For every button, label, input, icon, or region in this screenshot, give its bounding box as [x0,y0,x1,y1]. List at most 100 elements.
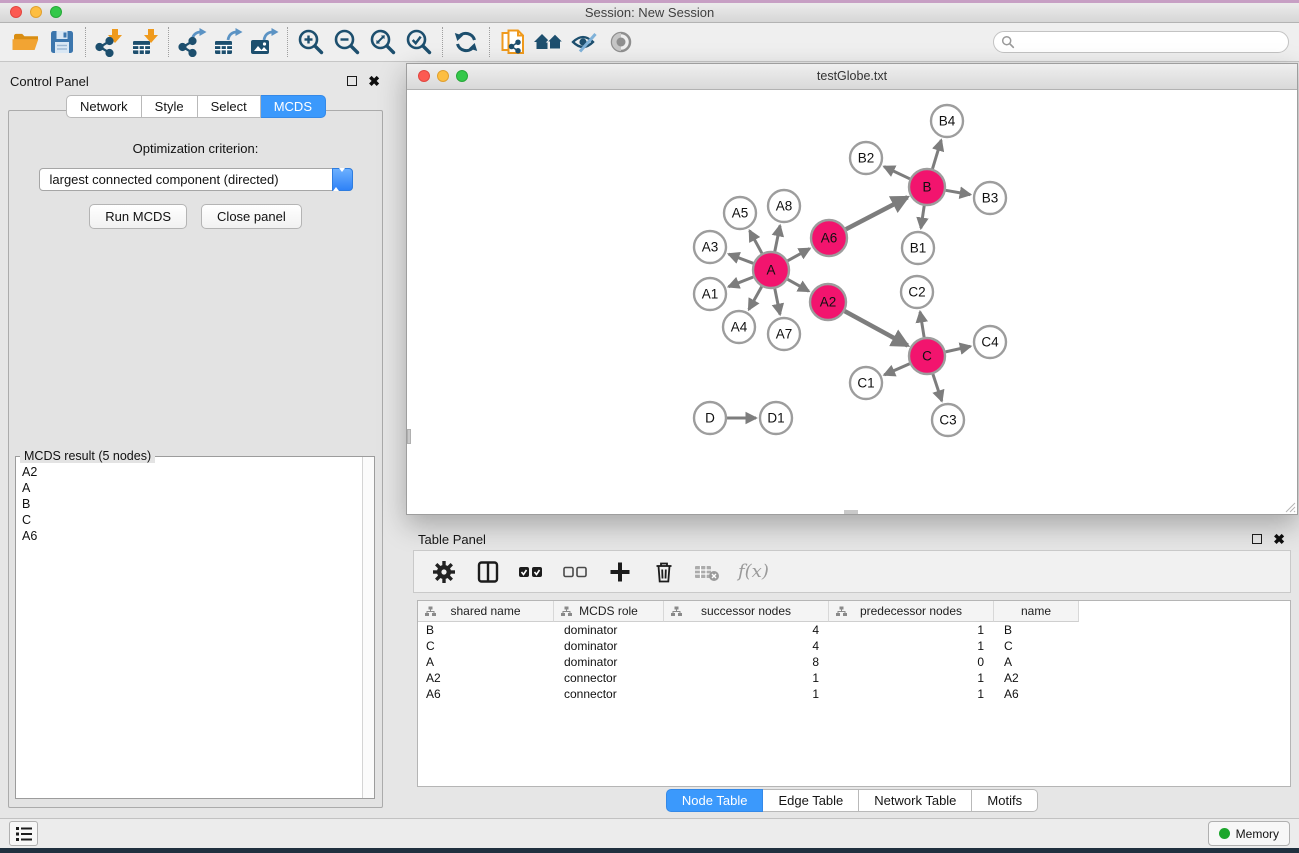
mcds-result-item[interactable]: A2 [22,464,356,480]
add-column-icon[interactable] [606,558,634,586]
node-C4[interactable]: C4 [974,326,1006,358]
node-A8[interactable]: A8 [768,190,800,222]
zoom-out-icon[interactable] [329,25,365,59]
column-header-successor-nodes[interactable]: successor nodes [664,601,829,622]
resize-grip-icon[interactable] [1283,500,1296,513]
edge-C-C4[interactable] [946,346,971,352]
node-A3[interactable]: A3 [694,231,726,263]
mcds-result-item[interactable]: A6 [22,528,356,544]
mcds-result-item[interactable]: C [22,512,356,528]
import-table-icon[interactable] [127,25,163,59]
edge-B-B2[interactable] [884,167,910,179]
deselect-all-icon[interactable] [562,558,590,586]
refresh-icon[interactable] [448,25,484,59]
mcds-result-item[interactable]: B [22,496,356,512]
import-network-icon[interactable] [91,25,127,59]
close-table-panel-icon[interactable]: ✖ [1273,532,1285,546]
show-column-icon[interactable] [474,558,502,586]
edge-B-B3[interactable] [946,190,971,194]
float-table-panel-icon[interactable] [1252,534,1262,544]
edge-A-A5[interactable] [750,231,762,254]
node-A6[interactable]: A6 [811,220,847,256]
task-history-button[interactable] [9,821,38,846]
node-C1[interactable]: C1 [850,367,882,399]
edge-B-B4[interactable] [933,140,942,169]
hide-eye-icon[interactable] [567,25,603,59]
clone-network-icon[interactable] [495,25,531,59]
column-header-predecessor-nodes[interactable]: predecessor nodes [829,601,994,622]
edge-A-A3[interactable] [729,254,754,263]
node-C3[interactable]: C3 [932,404,964,436]
node-A[interactable]: A [753,252,789,288]
node-B[interactable]: B [909,169,945,205]
network-window-titlebar[interactable]: testGlobe.txt [407,64,1297,90]
edge-A-A6[interactable] [788,249,810,261]
tab-network[interactable]: Network [66,95,142,118]
node-B3[interactable]: B3 [974,182,1006,214]
select-all-icon[interactable] [518,558,546,586]
table-row[interactable]: A6connector11A6 [418,686,1290,702]
zoom-fit-icon[interactable] [365,25,401,59]
edge-A6-B[interactable] [846,197,908,229]
node-B4[interactable]: B4 [931,105,963,137]
table-row[interactable]: A2connector11A2 [418,670,1290,686]
tab-select[interactable]: Select [198,95,261,118]
node-D[interactable]: D [694,402,726,434]
node-B2[interactable]: B2 [850,142,882,174]
node-B1[interactable]: B1 [902,232,934,264]
table-row[interactable]: Bdominator41B [418,622,1290,638]
network-canvas[interactable]: A A1 A2 A3 A4 A5 A6 A7 A8 B B1 B2 B3 B4 C C1 C2 C3 C4 D D1 [407,90,1297,514]
node-A7[interactable]: A7 [768,318,800,350]
node-C[interactable]: C [909,338,945,374]
export-network-icon[interactable] [174,25,210,59]
go-home-icon[interactable] [531,25,567,59]
open-folder-icon[interactable] [8,25,44,59]
node-D1[interactable]: D1 [760,402,792,434]
edge-C-C3[interactable] [933,374,942,401]
zoom-in-icon[interactable] [293,25,329,59]
edge-A-A1[interactable] [729,277,754,287]
control-panel: Control Panel ✖ Network Style Select MCD… [0,62,392,818]
table-row[interactable]: Cdominator41C [418,638,1290,654]
export-image-icon[interactable] [246,25,282,59]
float-panel-icon[interactable] [347,76,357,86]
node-C2[interactable]: C2 [901,276,933,308]
tab-style[interactable]: Style [142,95,198,118]
network-vertical-scroll-thumb[interactable] [407,429,411,444]
node-A2[interactable]: A2 [810,284,846,320]
column-header-shared-name[interactable]: shared name [418,601,554,622]
tab-mcds[interactable]: MCDS [261,95,326,118]
close-panel-button[interactable]: Close panel [201,204,302,229]
tab-node-table[interactable]: Node Table [666,789,764,812]
edge-B-B1[interactable] [921,206,924,228]
delete-column-trash-icon[interactable] [650,558,678,586]
column-header-name[interactable]: name [994,601,1079,622]
table-row[interactable]: Adominator80A [418,654,1290,670]
search-input[interactable] [993,31,1289,53]
mcds-result-item[interactable]: A [22,480,356,496]
save-session-icon[interactable] [44,25,80,59]
tab-edge-table[interactable]: Edge Table [763,789,859,812]
edge-A-A7[interactable] [775,289,780,315]
export-table-icon[interactable] [210,25,246,59]
network-horizontal-scroll-thumb[interactable] [844,510,858,514]
node-A4[interactable]: A4 [723,311,755,343]
tab-network-table[interactable]: Network Table [859,789,972,812]
result-scrollbar[interactable] [362,457,374,798]
node-A1[interactable]: A1 [694,278,726,310]
memory-button[interactable]: Memory [1208,821,1290,846]
tab-motifs[interactable]: Motifs [972,789,1038,812]
edge-C-C2[interactable] [920,312,924,337]
edge-A-A4[interactable] [749,287,762,310]
zoom-selected-icon[interactable] [401,25,437,59]
column-header-mcds-role[interactable]: MCDS role [554,601,664,622]
node-A5[interactable]: A5 [724,197,756,229]
close-panel-icon[interactable]: ✖ [368,74,380,88]
edge-A-A2[interactable] [788,279,809,291]
edge-A-A8[interactable] [775,226,780,252]
edge-A2-C[interactable] [845,311,908,345]
table-settings-gear-icon[interactable] [430,558,458,586]
edge-C-C1[interactable] [884,364,909,375]
criterion-dropdown[interactable]: largest connected component (directed) [39,168,353,191]
run-mcds-button[interactable]: Run MCDS [89,204,187,229]
